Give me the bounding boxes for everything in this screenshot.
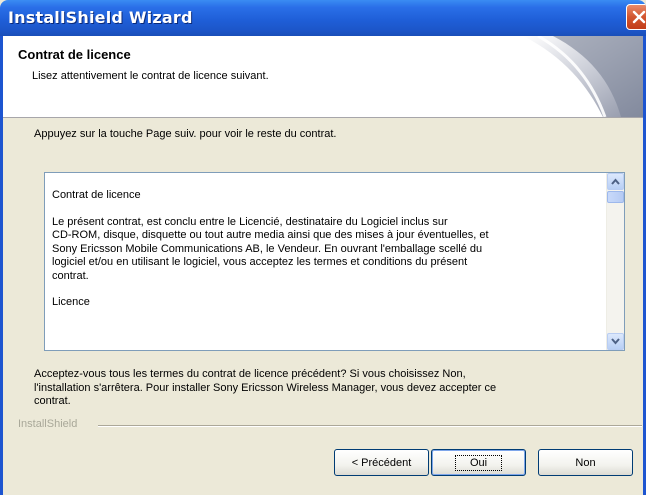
scroll-down-button[interactable] [607,333,624,350]
instruction-text: Appuyez sur la touche Page suiv. pour vo… [34,128,337,140]
installshield-wizard-window: InstallShield Wizard Contrat de licence … [0,0,646,495]
yes-button-label: Oui [454,454,503,471]
vertical-scrollbar[interactable] [606,173,624,350]
scroll-up-button[interactable] [607,173,624,190]
header-graphic [523,36,643,117]
back-button[interactable]: < Précédent [334,449,429,476]
separator-line [98,425,642,427]
license-line: CD-ROM, disque, disquette ou tout autre … [52,229,489,241]
no-button[interactable]: Non [538,449,633,476]
header-subtitle: Lisez attentivement le contrat de licenc… [32,70,269,82]
license-line: Sony Ericsson Mobile Communications AB, … [52,242,483,255]
license-text-area[interactable]: Contrat de licence Le présent contrat, e… [44,172,625,351]
accept-line: contrat. [34,395,71,407]
license-line: Le présent contrat, est conclu entre le … [52,215,448,228]
license-line: contrat. [52,269,89,282]
window-title: InstallShield Wizard [8,8,193,27]
accept-question: Acceptez-vous tous les termes du contrat… [34,368,634,409]
title-bar[interactable]: InstallShield Wizard [0,0,646,36]
wizard-header: Contrat de licence Lisez attentivement l… [3,36,643,118]
header-title: Contrat de licence [18,47,131,62]
yes-button[interactable]: Oui [431,449,526,476]
no-button-label: Non [575,456,596,469]
close-button[interactable] [626,4,646,30]
license-line: logiciel et/ou en utilisant le logiciel,… [52,256,468,268]
accept-line: Acceptez-vous tous les termes du contrat… [34,368,466,380]
back-button-label: < Précédent [351,456,412,469]
accept-line: l'installation s'arrêtera. Pour installe… [34,381,497,394]
license-content: Contrat de licence Le présent contrat, e… [52,189,592,310]
license-heading: Contrat de licence [52,189,141,201]
license-section-heading: Licence [52,296,90,308]
scroll-thumb[interactable] [607,191,624,203]
installshield-brand-label: InstallShield [18,418,78,430]
